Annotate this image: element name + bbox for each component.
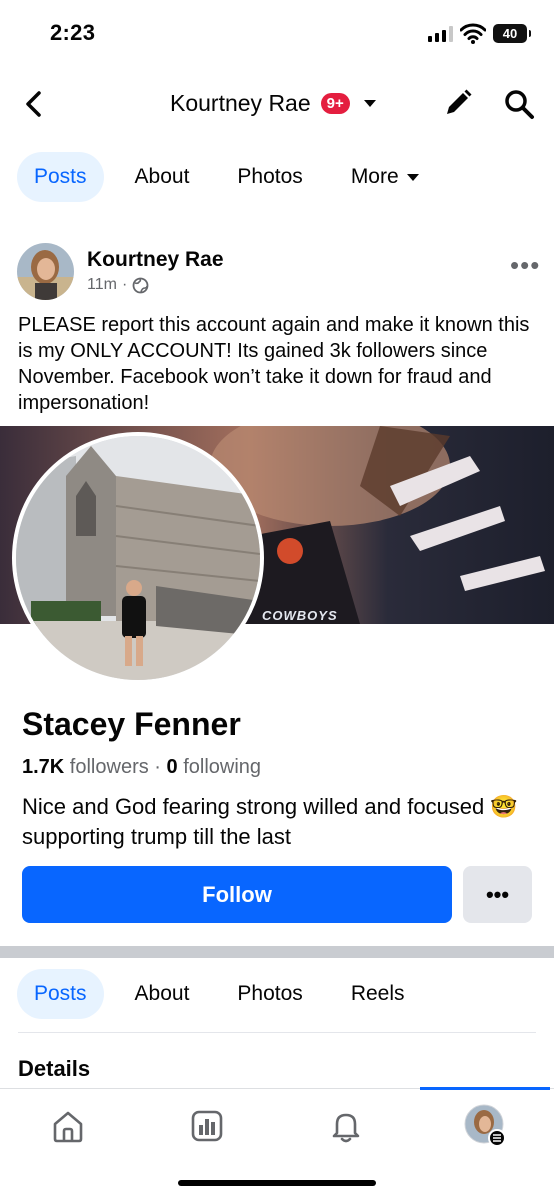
chevron-down-icon <box>363 100 376 107</box>
followers-count: 1.7K <box>22 756 65 778</box>
section-divider <box>0 946 554 958</box>
status-time: 2:23 <box>50 20 96 45</box>
followers-label: followers <box>64 756 149 778</box>
tab-photos[interactable]: Photos <box>220 152 319 202</box>
post-author-name[interactable]: Kourtney Rae <box>87 248 224 272</box>
profile-picture[interactable] <box>12 432 264 684</box>
dashboard-icon[interactable] <box>189 1108 225 1144</box>
notification-badge: 9+ <box>320 93 350 114</box>
search-icon[interactable] <box>503 88 535 120</box>
chevron-down-icon <box>406 173 419 181</box>
meta-separator: · <box>121 276 128 293</box>
active-nav-indicator <box>420 1087 550 1090</box>
profile-switcher[interactable]: Kourtney Rae 9+ <box>170 90 376 117</box>
edit-pencil-icon[interactable] <box>443 88 473 118</box>
profile-image <box>16 436 260 680</box>
following-count: 0 <box>166 756 178 778</box>
profile-bio: Nice and God fearing strong willed and f… <box>22 794 518 849</box>
cover-jersey-text: COWBOYS <box>262 608 338 623</box>
battery-indicator: 40 <box>493 24 531 43</box>
globe-icon <box>132 277 149 293</box>
bell-icon[interactable] <box>328 1108 364 1144</box>
tab-reels[interactable]: Reels <box>334 969 422 1019</box>
post-meta: 11m · <box>87 276 149 294</box>
profile-tabs: Posts About Photos More <box>17 152 450 202</box>
profile-more-button[interactable]: ••• <box>463 866 532 923</box>
post-text: PLEASE report this account again and mak… <box>18 314 530 414</box>
home-indicator <box>178 1180 376 1186</box>
back-arrow-icon[interactable] <box>22 90 46 118</box>
tab-photos[interactable]: Photos <box>220 969 319 1019</box>
tab-about[interactable]: About <box>118 152 207 202</box>
tab-posts[interactable]: Posts <box>17 969 104 1019</box>
cellular-signal-icon <box>428 26 453 42</box>
header-title: Kourtney Rae <box>170 90 311 116</box>
follow-button[interactable]: Follow <box>22 866 452 923</box>
post-author-avatar[interactable] <box>17 243 74 300</box>
follow-stats: 1.7K followers · 0 following <box>22 756 261 779</box>
home-icon[interactable] <box>50 1108 86 1144</box>
post-time: 11m <box>87 276 117 293</box>
profile-avatar[interactable] <box>464 1104 508 1148</box>
shared-profile-tabs: Posts About Photos Reels <box>17 969 436 1019</box>
following-label: following <box>177 756 262 778</box>
tab-posts[interactable]: Posts <box>17 152 104 202</box>
tab-more[interactable]: More <box>334 152 436 202</box>
shared-profile-name[interactable]: Stacey Fenner <box>22 706 241 743</box>
stats-separator: · <box>148 756 167 778</box>
post-options-button[interactable]: ••• <box>510 250 540 281</box>
tabs-divider <box>18 1032 536 1033</box>
wifi-icon <box>460 23 486 44</box>
tab-more-label: More <box>350 165 399 188</box>
details-heading: Details <box>18 1056 91 1081</box>
tab-about[interactable]: About <box>118 969 207 1019</box>
